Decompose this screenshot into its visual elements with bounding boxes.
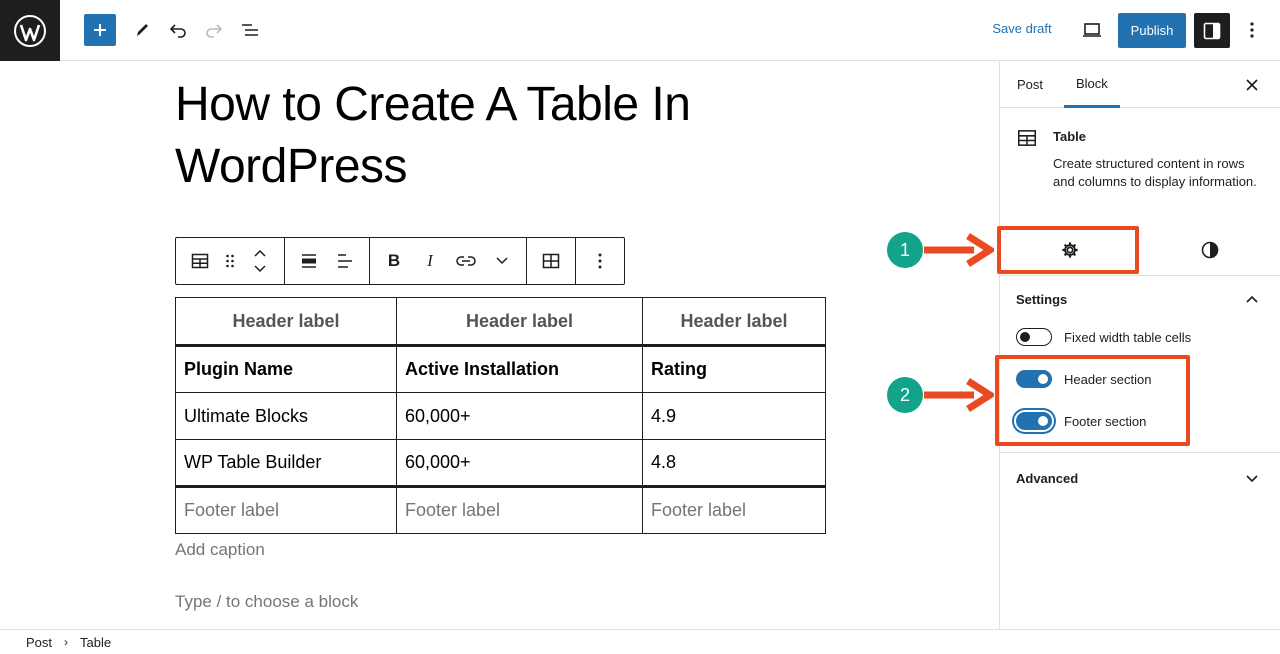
tab-styles[interactable]: [1140, 226, 1280, 274]
wordpress-logo-icon[interactable]: [0, 0, 60, 61]
block-card-description: Create structured content in rows and co…: [1053, 156, 1257, 189]
breadcrumb-item-table[interactable]: Table: [80, 635, 111, 650]
annotation-arrow-icon: [924, 233, 994, 267]
chevron-up-icon[interactable]: [1240, 287, 1264, 311]
settings-sidebar: Post Block Table Create structured conte…: [995, 61, 1280, 629]
table-row: Plugin Name Active Installation Rating: [175, 345, 826, 393]
editor-canvas: How to Create A Table In WordPress B I H…: [0, 61, 999, 629]
table-cell[interactable]: WP Table Builder: [175, 439, 397, 487]
block-switcher-group: [176, 238, 285, 284]
toggle-label: Fixed width table cells: [1064, 329, 1192, 345]
annotation-marker-1: 1: [887, 232, 923, 268]
annotation-highlight-box: [995, 355, 1190, 446]
block-appender[interactable]: Type / to choose a block: [175, 592, 358, 612]
drag-handle-icon[interactable]: [218, 243, 242, 279]
table-cell[interactable]: Rating: [642, 345, 826, 393]
block-breadcrumb: Post › Table: [0, 629, 1280, 654]
add-block-button[interactable]: [84, 14, 116, 46]
pencil-icon[interactable]: [130, 18, 154, 42]
options-group: [576, 238, 624, 284]
table-edit-group: [527, 238, 576, 284]
plus-icon: [94, 24, 106, 36]
table-header-cell[interactable]: Header label: [396, 297, 643, 347]
table-cell[interactable]: 60,000+: [396, 392, 643, 440]
save-draft-button[interactable]: Save draft: [984, 21, 1060, 36]
block-card-title: Table: [1053, 129, 1086, 144]
table-footer-cell[interactable]: Footer label: [175, 485, 397, 534]
table-cell[interactable]: Ultimate Blocks: [175, 392, 397, 440]
contrast-icon: [1201, 241, 1219, 259]
table-cell[interactable]: Plugin Name: [175, 345, 397, 393]
formatting-group: B I: [370, 238, 527, 284]
laptop-icon[interactable]: [1080, 18, 1104, 42]
annotation-arrow-icon: [924, 378, 994, 412]
bold-icon[interactable]: B: [376, 243, 412, 279]
table-caption-input[interactable]: Add caption: [175, 540, 265, 560]
table-cell[interactable]: 4.9: [642, 392, 826, 440]
tab-post[interactable]: Post: [1017, 61, 1043, 108]
table-header-cell[interactable]: Header label: [175, 297, 397, 347]
breadcrumb-item-post[interactable]: Post: [26, 635, 52, 650]
table-header-row: Header label Header label Header label: [175, 297, 826, 347]
fixed-width-toggle[interactable]: [1016, 328, 1052, 346]
editor-header: Save draft Publish: [0, 0, 1280, 61]
table-cell[interactable]: 60,000+: [396, 439, 643, 487]
sidebar-tabs: Post Block: [1000, 61, 1280, 108]
block-toolbar: B I: [175, 237, 625, 285]
annotation-highlight-box: [997, 226, 1139, 274]
table-footer-row: Footer label Footer label Footer label: [175, 485, 826, 534]
move-up-down-icon[interactable]: [242, 243, 278, 279]
table-footer-cell[interactable]: Footer label: [396, 485, 643, 534]
post-title[interactable]: How to Create A Table In WordPress: [175, 74, 815, 198]
vertical-ellipsis-icon[interactable]: [582, 243, 618, 279]
table-footer-cell[interactable]: Footer label: [642, 485, 826, 534]
fixed-width-toggle-row[interactable]: Fixed width table cells: [1016, 327, 1191, 347]
chevron-down-icon[interactable]: [1240, 467, 1264, 491]
close-icon[interactable]: [1240, 73, 1264, 97]
edit-table-icon[interactable]: [533, 243, 569, 279]
italic-icon[interactable]: I: [412, 243, 448, 279]
sidebar-icon: [1203, 22, 1221, 39]
settings-sidebar-toggle[interactable]: [1194, 13, 1230, 48]
settings-panel-title[interactable]: Settings: [1016, 292, 1067, 307]
table-row: WP Table Builder 60,000+ 4.8: [175, 439, 826, 487]
align-wide-icon[interactable]: [291, 243, 327, 279]
publish-button[interactable]: Publish: [1118, 13, 1186, 48]
advanced-panel-title[interactable]: Advanced: [1016, 471, 1078, 486]
table-cell[interactable]: 4.8: [642, 439, 826, 487]
table-row: Ultimate Blocks 60,000+ 4.9: [175, 392, 826, 440]
chevron-right-icon: ›: [64, 635, 69, 649]
list-view-icon[interactable]: [238, 18, 262, 42]
vertical-ellipsis-icon[interactable]: [1240, 18, 1264, 42]
redo-icon[interactable]: [202, 18, 226, 42]
table-cell[interactable]: Active Installation: [396, 345, 643, 393]
alignment-group: [285, 238, 370, 284]
chevron-down-icon[interactable]: [484, 243, 520, 279]
divider: [1000, 452, 1280, 453]
align-left-icon[interactable]: [327, 243, 363, 279]
table-header-cell[interactable]: Header label: [642, 297, 826, 347]
link-icon[interactable]: [448, 243, 484, 279]
undo-icon[interactable]: [166, 18, 190, 42]
table-icon[interactable]: [182, 243, 218, 279]
table-block[interactable]: Header label Header label Header label P…: [175, 297, 826, 534]
annotation-marker-2: 2: [887, 377, 923, 413]
tab-block[interactable]: Block: [1064, 61, 1120, 108]
table-icon: [1016, 127, 1040, 151]
